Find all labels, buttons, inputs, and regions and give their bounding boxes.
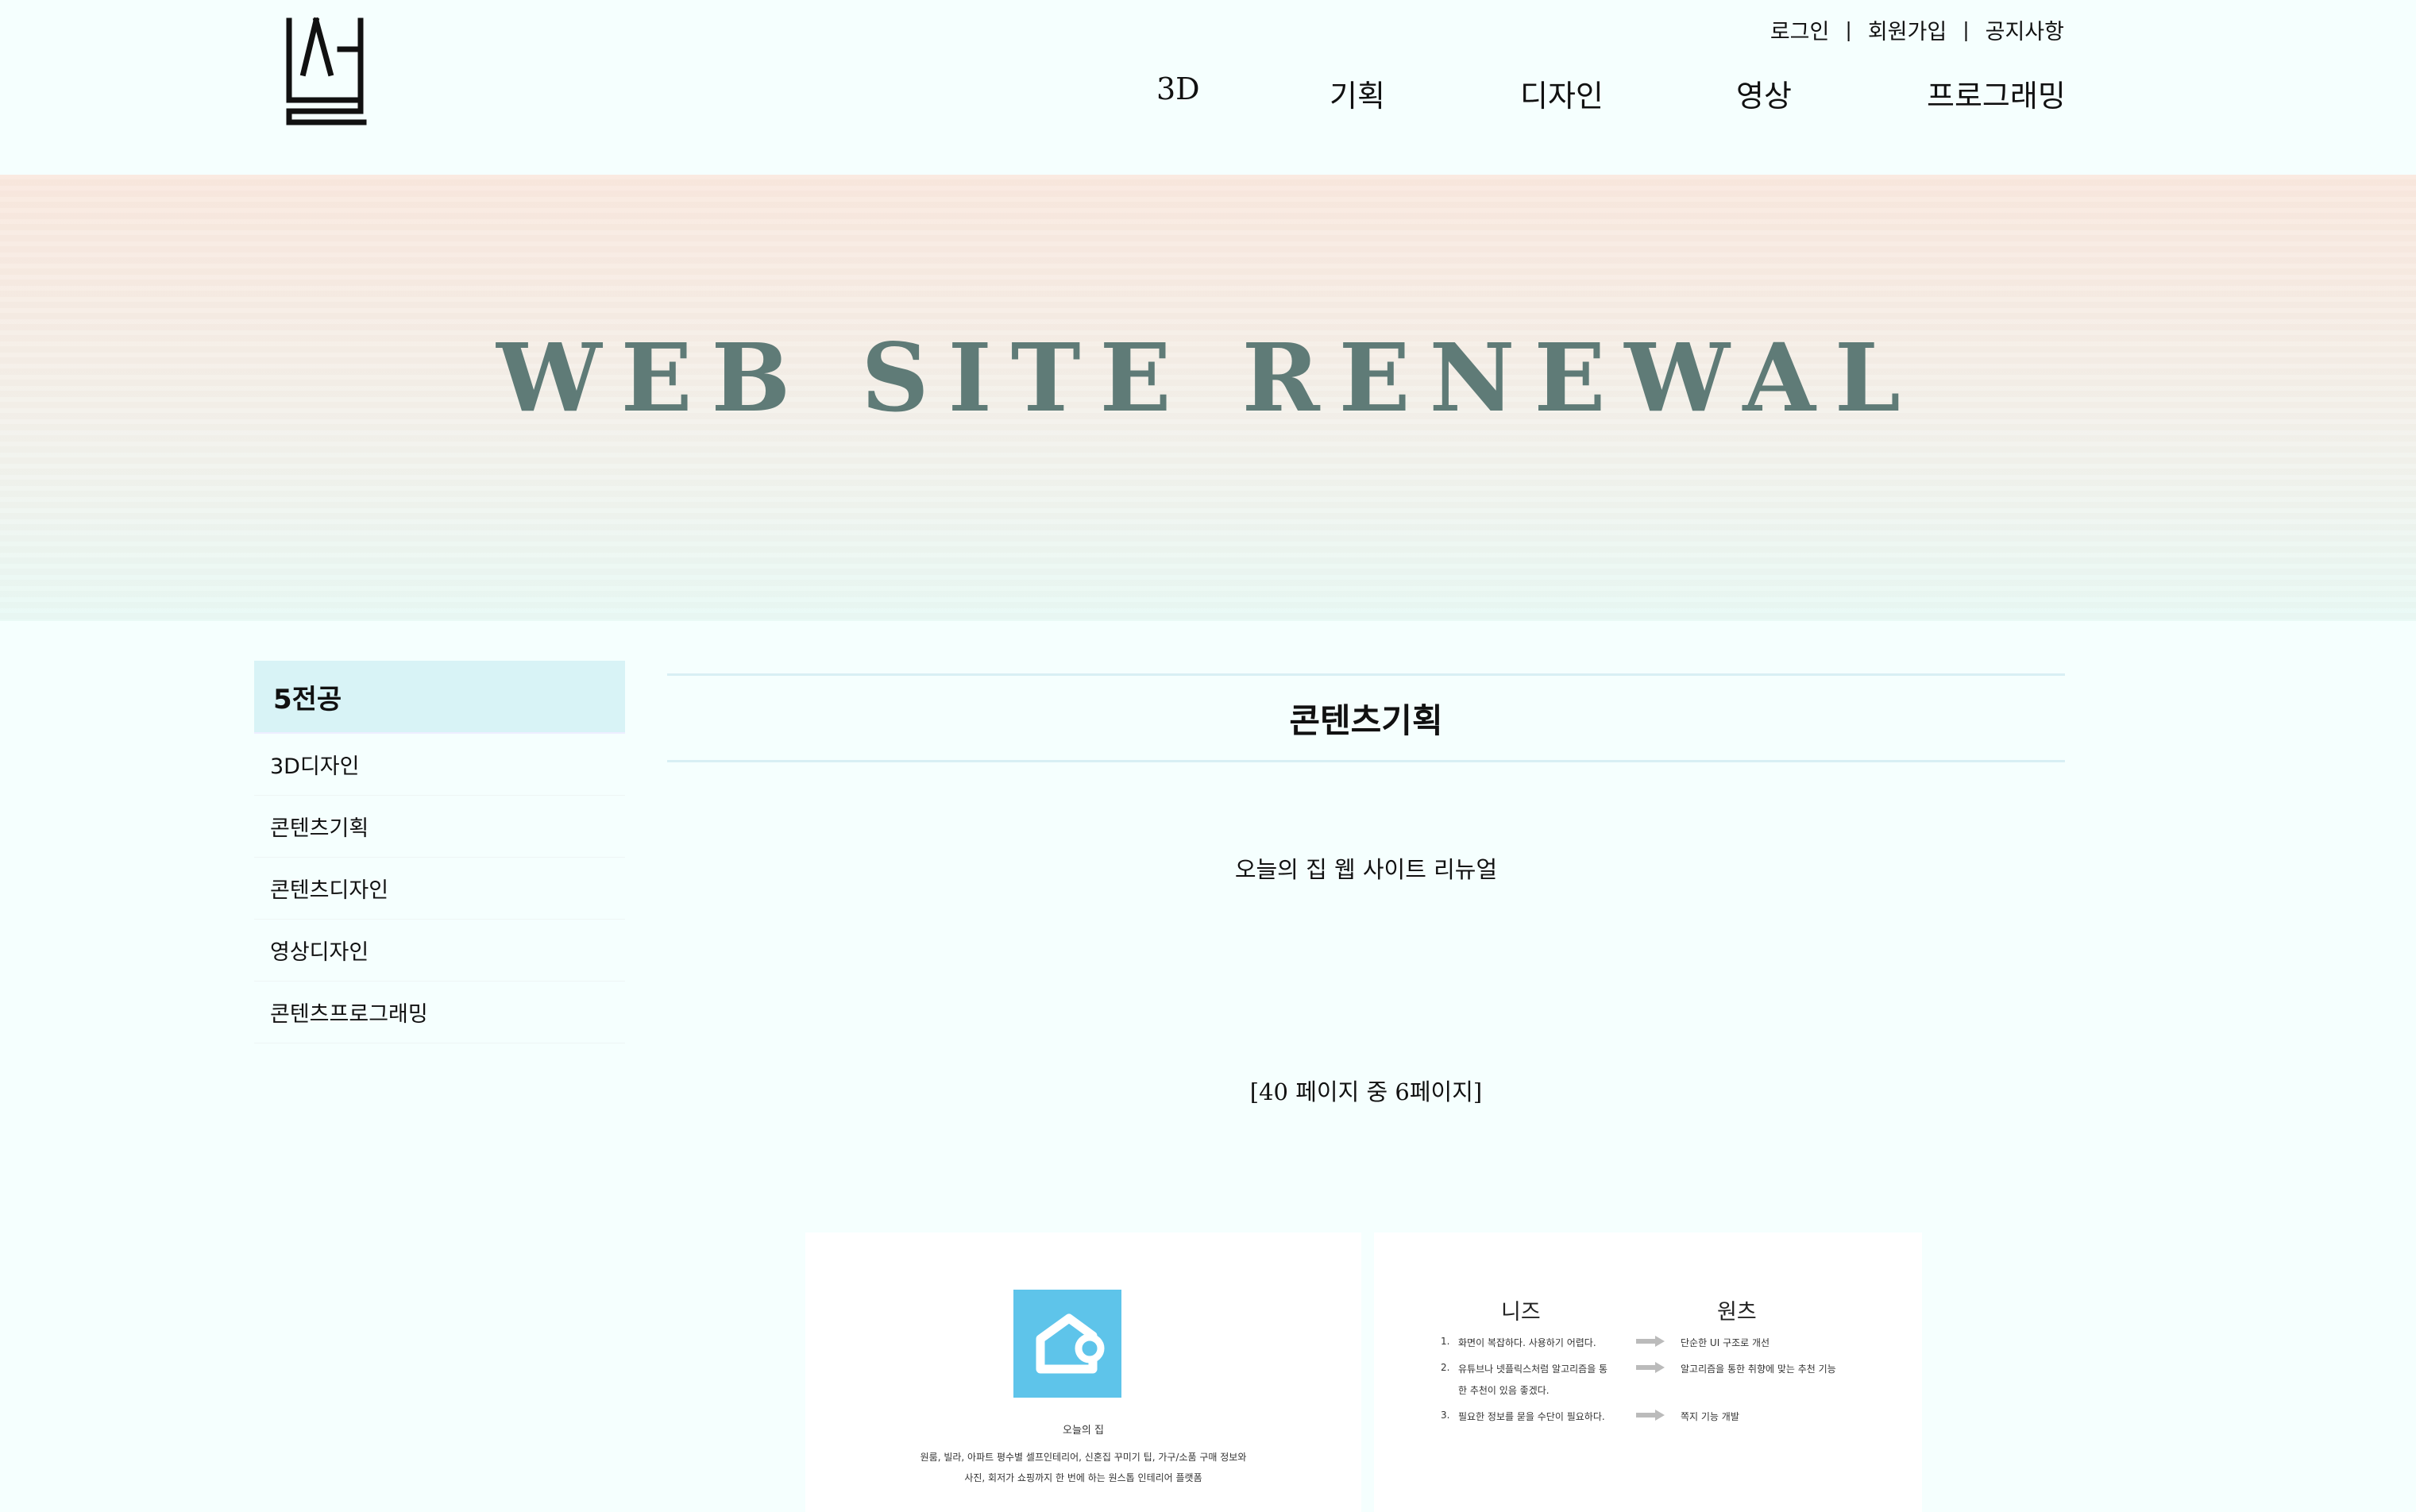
banner-title: WEB SITE RENEWAL [496, 322, 1920, 433]
row-number: 3. [1441, 1410, 1450, 1421]
utility-links: 로그인 | 회원가입 | 공지사항 [1770, 14, 2064, 45]
arrow-right-icon [1636, 1336, 1665, 1347]
page-title: 콘텐츠기획 [667, 673, 2065, 762]
row-number: 2. [1441, 1362, 1450, 1373]
nav-item-design[interactable]: 디자인 [1520, 71, 1604, 115]
need-text: 유튜브나 넷플릭스처럼 알고리즘을 통 [1458, 1364, 1608, 1375]
slide-thumbnail-intro[interactable]: 오늘의 집 원룸, 빌라, 아파트 평수별 셀프인테리어, 신혼집 꾸미기 팁,… [805, 1232, 1361, 1512]
util-separator: | [1845, 18, 1852, 41]
app-name: 오늘의 집 [1063, 1425, 1104, 1437]
site-header: 로그인 | 회원가입 | 공지사항 3D 기획 디자인 영상 프로그래밍 [0, 0, 2416, 175]
util-separator: | [1963, 18, 1970, 41]
arrow-right-icon [1636, 1410, 1665, 1421]
slide-thumbnail-needs-wants[interactable]: 니즈 원츠 1. 화면이 복잡하다. 사용하기 어렵다. 단순한 UI 구조로 … [1374, 1232, 1922, 1512]
arrow-right-icon [1636, 1362, 1665, 1373]
wants-heading: 원츠 [1717, 1300, 1757, 1325]
sidebar-heading: 5전공 [254, 661, 625, 734]
nav-item-3d[interactable]: 3D [1156, 71, 1200, 106]
sidebar-item-label[interactable]: 3D디자인 [270, 749, 360, 780]
page-indicator: [40 페이지 중 6페이지] [1249, 1078, 1483, 1105]
main-content: 콘텐츠기획 오늘의 집 웹 사이트 리뉴얼 [40 페이지 중 6페이지] [667, 673, 2065, 1105]
sidebar-item-3d-design[interactable]: 3D디자인 [254, 734, 625, 796]
app-logo-icon [1013, 1290, 1121, 1398]
app-description-line: 사진, 회저가 쇼핑까지 한 번에 하는 원스톱 인테리어 플랫폼 [964, 1472, 1202, 1483]
signup-link[interactable]: 회원가입 [1868, 14, 1947, 45]
sidebar-item-video-design[interactable]: 영상디자인 [254, 920, 625, 982]
login-link[interactable]: 로그인 [1770, 14, 1830, 45]
needs-heading: 니즈 [1501, 1300, 1541, 1325]
want-text: 단순한 UI 구조로 개선 [1681, 1337, 1770, 1348]
sidebar: 5전공 3D디자인 콘텐츠기획 콘텐츠디자인 영상디자인 콘텐츠프로그래밍 [254, 661, 625, 1043]
sidebar-item-label[interactable]: 콘텐츠디자인 [270, 873, 388, 904]
nav-item-programming[interactable]: 프로그래밍 [1927, 71, 2066, 115]
need-text-cont: 한 추천이 있음 좋겠다. [1458, 1385, 1550, 1396]
sidebar-item-label[interactable]: 콘텐츠기획 [270, 811, 369, 842]
main-navigation: 3D 기획 디자인 영상 프로그래밍 [0, 71, 2416, 116]
need-text: 필요한 정보를 묻을 수단이 필요하다. [1458, 1411, 1605, 1422]
want-text: 알고리즘을 통한 취향에 맞는 추천 기능 [1681, 1364, 1836, 1375]
sidebar-item-content-design[interactable]: 콘텐츠디자인 [254, 858, 625, 920]
sidebar-item-content-planning[interactable]: 콘텐츠기획 [254, 796, 625, 858]
sidebar-item-label[interactable]: 콘텐츠프로그래밍 [270, 997, 428, 1028]
app-description-line: 원룸, 빌라, 아파트 평수별 셀프인테리어, 신혼집 꾸미기 팁, 가구/소품… [920, 1452, 1247, 1463]
want-text: 쪽지 기능 개발 [1681, 1411, 1739, 1422]
sidebar-item-label[interactable]: 영상디자인 [270, 935, 369, 966]
nav-item-planning[interactable]: 기획 [1330, 71, 1385, 115]
project-subtitle: 오늘의 집 웹 사이트 리뉴얼 [1234, 856, 1498, 883]
notice-link[interactable]: 공지사항 [1986, 14, 2064, 45]
row-number: 1. [1441, 1336, 1450, 1347]
need-text: 화면이 복잡하다. 사용하기 어렵다. [1458, 1337, 1596, 1348]
hero-banner: WEB SITE RENEWAL [0, 175, 2416, 621]
sidebar-item-content-programming[interactable]: 콘텐츠프로그래밍 [254, 982, 625, 1043]
nav-item-video[interactable]: 영상 [1736, 71, 1792, 115]
app-description: 원룸, 빌라, 아파트 평수별 셀프인테리어, 신혼집 꾸미기 팁, 가구/소품… [805, 1447, 1361, 1488]
